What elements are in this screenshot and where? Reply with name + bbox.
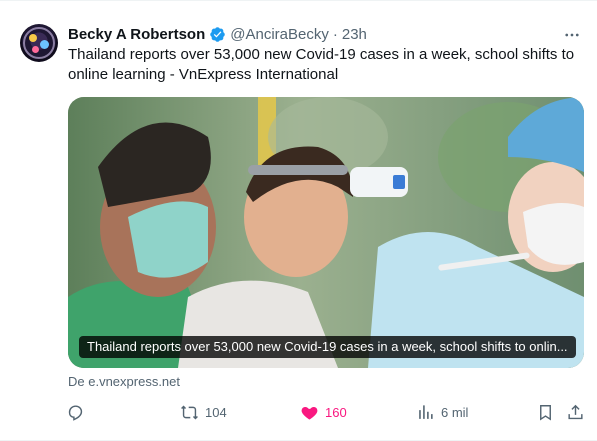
author-handle[interactable]: @AnciraBecky (230, 26, 329, 43)
retweet-icon (181, 405, 198, 419)
views-icon (419, 404, 433, 419)
bookmark-icon (540, 404, 551, 421)
share-icon (568, 404, 583, 419)
avatar[interactable] (20, 24, 58, 62)
retweet-count: 104 (205, 404, 227, 420)
tweet-header: Becky A Robertson @AnciraBecky · 23h (68, 24, 367, 44)
author-name[interactable]: Becky A Robertson (68, 26, 205, 43)
more-options-icon[interactable] (561, 24, 583, 46)
tweet-card[interactable]: Becky A Robertson @AnciraBecky · 23h Tha… (0, 0, 597, 441)
like-button[interactable]: 160 (300, 400, 347, 424)
post-time[interactable]: 23h (342, 26, 367, 43)
divider-top (0, 0, 597, 1)
link-source[interactable]: De e.vnexpress.net (68, 374, 180, 389)
tweet-text: Thailand reports over 53,000 new Covid-1… (68, 46, 575, 83)
verified-badge-icon (209, 26, 226, 43)
like-count: 160 (325, 404, 347, 420)
view-count: 6 mil (441, 404, 469, 420)
share-button[interactable] (566, 400, 585, 424)
link-card-caption: Thailand reports over 53,000 new Covid-1… (79, 336, 576, 358)
reply-icon (68, 404, 83, 421)
link-card-image[interactable]: Thailand reports over 53,000 new Covid-1… (68, 97, 584, 368)
reply-button[interactable] (66, 400, 85, 424)
separator-dot: · (332, 25, 338, 43)
heart-icon (301, 406, 318, 420)
news-photo (68, 97, 584, 368)
bookmark-button[interactable] (536, 400, 555, 424)
retweet-button[interactable]: 104 (180, 400, 227, 424)
tweet-actions: 104 160 6 mil (62, 400, 588, 424)
views-button[interactable]: 6 mil (416, 400, 468, 424)
